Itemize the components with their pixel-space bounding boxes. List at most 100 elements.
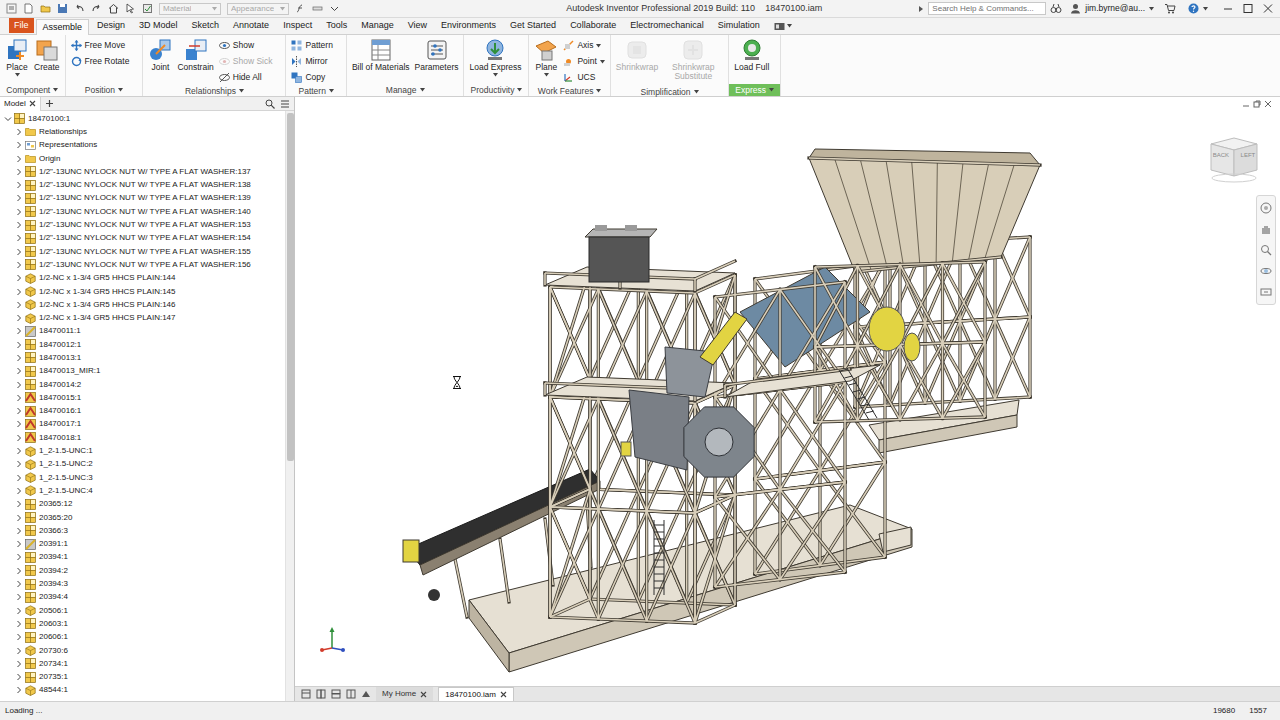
file-tab[interactable]: File [9,18,34,33]
chevron-right-icon[interactable] [15,553,23,561]
close-tab-icon[interactable] [29,100,36,107]
chevron-right-icon[interactable] [15,208,23,216]
ribbon-large-button[interactable]: Place [5,38,29,77]
ribbon-small-button[interactable]: Free Rotate [71,54,138,69]
panel-visibility-icon[interactable] [774,22,785,31]
cart-icon[interactable] [1164,3,1176,14]
chevron-right-icon[interactable] [15,460,23,468]
tree-item[interactable]: 20391:1 [0,538,285,551]
ribbon-tab[interactable]: Assemble [36,19,90,35]
group-menu-arrow-icon[interactable] [53,88,58,92]
chevron-right-icon[interactable] [15,301,23,309]
ribbon-small-button[interactable]: Copy [291,70,340,85]
chevron-right-icon[interactable] [15,128,23,136]
chevron-right-icon[interactable] [15,647,23,655]
ribbon-large-button[interactable]: Create [34,38,60,77]
zoom-icon[interactable] [1260,244,1272,256]
dropdown-arrow-icon[interactable] [600,60,605,64]
ribbon-group-label[interactable]: Productivity [464,84,528,96]
viewcube[interactable]: BACKLEFT [1207,130,1261,184]
tree-item[interactable]: 1/2-NC x 1-3/4 GR5 HHCS PLAIN:145 [0,285,285,298]
ribbon-options[interactable] [774,18,792,34]
group-menu-arrow-icon[interactable] [420,88,425,92]
orbit-icon[interactable] [1260,265,1272,277]
dropdown-arrow-icon[interactable] [544,73,549,77]
chevron-right-icon[interactable] [15,354,23,362]
tree-item[interactable]: 18470013:1 [0,351,285,364]
measure-icon[interactable] [312,3,323,14]
chevron-right-icon[interactable] [15,168,23,176]
arrange-vertical-icon[interactable] [346,689,356,699]
ribbon-group-label[interactable]: Relationships [143,85,285,97]
fx-parameters-icon[interactable] [295,3,306,14]
ribbon-small-button[interactable]: Axis [563,38,604,53]
viewcube-face-label[interactable]: LEFT [1241,152,1256,159]
ribbon-small-button[interactable]: Hide All [219,70,281,85]
maximize-icon[interactable] [1238,3,1258,14]
pan-hand-icon[interactable] [1260,223,1272,235]
tree-item[interactable]: 20366:3 [0,524,285,537]
ribbon-large-button[interactable]: Plane [534,38,558,77]
tree-item[interactable]: 20365:12 [0,498,285,511]
redo-icon[interactable] [91,3,102,14]
chevron-right-icon[interactable] [15,620,23,628]
chevron-right-icon[interactable] [15,155,23,163]
open-file-icon[interactable] [40,3,51,14]
group-menu-arrow-icon[interactable] [517,88,522,92]
tree-item[interactable]: 48544:1 [0,684,285,697]
ribbon-large-button[interactable]: Constrain [177,38,213,77]
help-menu-arrow-icon[interactable] [1203,7,1208,11]
ribbon-tab[interactable]: Collaborate [564,18,622,34]
save-icon[interactable] [57,3,68,14]
minimize-icon[interactable] [1218,3,1238,14]
chevron-right-icon[interactable] [15,500,23,508]
ribbon-tab[interactable]: Inspect [277,18,318,34]
menu-icon[interactable] [280,99,290,109]
tree-item[interactable]: 18470012:1 [0,338,285,351]
tree-item[interactable]: Origin [0,152,285,165]
chevron-right-icon[interactable] [15,593,23,601]
ribbon-tab[interactable]: View [402,18,433,34]
close-icon[interactable] [1258,3,1278,14]
tree-item[interactable]: 18470018:1 [0,431,285,444]
group-menu-arrow-icon[interactable] [596,89,601,93]
tree-item[interactable]: 1/2"-13UNC NYLOCK NUT W/ TYPE A FLAT WAS… [0,178,285,191]
user-menu-arrow-icon[interactable] [1149,7,1154,11]
ribbon-group-label[interactable]: Position [66,84,143,96]
help-search-field[interactable] [928,2,1046,15]
group-menu-arrow-icon[interactable] [769,88,774,92]
chevron-right-icon[interactable] [15,567,23,575]
undo-icon[interactable] [74,3,85,14]
chevron-right-icon[interactable] [15,514,23,522]
group-menu-arrow-icon[interactable] [329,89,334,93]
ribbon-group-label[interactable]: Express [729,84,780,96]
ribbon-tab[interactable]: Manage [355,18,400,34]
close-document-icon[interactable] [500,691,507,698]
customize-icon[interactable] [329,3,340,14]
tree-item[interactable]: 1/2"-13UNC NYLOCK NUT W/ TYPE A FLAT WAS… [0,245,285,258]
tree-item[interactable]: 1_2-1.5-UNC:1 [0,444,285,457]
chevron-right-icon[interactable] [15,261,23,269]
tree-item[interactable]: 20730:6 [0,644,285,657]
tree-item[interactable]: 18470015:1 [0,391,285,404]
tree-item[interactable]: 18470100:1 [0,112,285,125]
tree-item[interactable]: 1/2-NC x 1-3/4 GR5 HHCS PLAIN:144 [0,272,285,285]
tree-item[interactable]: 20394:2 [0,564,285,577]
chevron-right-icon[interactable] [15,633,23,641]
tree-item[interactable]: 1/2"-13UNC NYLOCK NUT W/ TYPE A FLAT WAS… [0,232,285,245]
group-menu-arrow-icon[interactable] [239,89,244,93]
chevron-right-icon[interactable] [15,194,23,202]
tree-item[interactable]: 1_2-1.5-UNC:2 [0,458,285,471]
tree-item[interactable]: 1/2-NC x 1-3/4 GR5 HHCS PLAIN:146 [0,298,285,311]
tree-item[interactable]: 1_2-1.5-UNC:3 [0,471,285,484]
tree-item[interactable]: 1/2-NC x 1-3/4 GR5 HHCS PLAIN:147 [0,311,285,324]
help-icon[interactable] [1188,3,1199,14]
viewport-restore-icon[interactable] [1253,100,1261,108]
chevron-right-icon[interactable] [15,686,23,694]
tree-item[interactable]: 20394:1 [0,551,285,564]
chevron-right-icon[interactable] [15,288,23,296]
tree-item[interactable]: 1/2"-13UNC NYLOCK NUT W/ TYPE A FLAT WAS… [0,258,285,271]
ribbon-small-button[interactable]: Pattern [291,38,340,53]
chevron-right-icon[interactable] [15,673,23,681]
tree-item[interactable]: 20606:1 [0,631,285,644]
